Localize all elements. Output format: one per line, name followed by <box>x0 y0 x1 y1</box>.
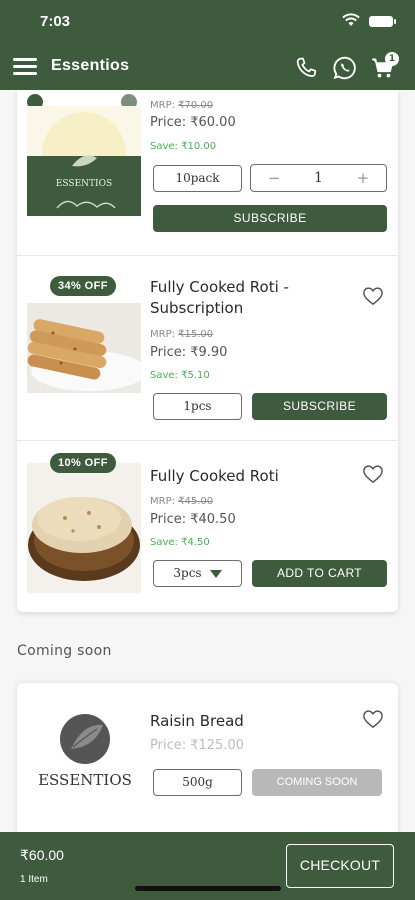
cart-total: ₹60.00 <box>20 847 64 863</box>
status-bar: 7:03 <box>0 0 415 44</box>
wifi-icon <box>342 13 360 26</box>
cart-item-count: 1 Item <box>20 874 48 885</box>
battery-icon <box>369 16 396 27</box>
checkout-button[interactable]: CHECKOUT <box>286 844 394 888</box>
price-text: Price: ₹125.00 <box>150 738 244 753</box>
product-name[interactable]: Fully Cooked Roti <box>150 466 350 487</box>
coming-soon-button: COMING SOON <box>252 769 382 796</box>
cart-count-badge: 1 <box>385 52 399 66</box>
increase-quantity-button[interactable]: + <box>348 165 378 191</box>
price-text: Price: ₹60.00 <box>150 115 236 130</box>
whatsapp-icon[interactable] <box>332 55 358 81</box>
mrp-text: MRP: ₹15.00 <box>150 329 214 340</box>
wishlist-heart-icon[interactable] <box>362 464 384 484</box>
divider <box>17 440 398 441</box>
phone-icon[interactable] <box>293 55 319 81</box>
quantity-value: 1 <box>314 170 323 186</box>
discount-badge: 10% OFF <box>50 453 116 473</box>
pack-size-button[interactable]: 1pcs <box>153 393 242 420</box>
pack-size-dropdown[interactable]: 3pcs <box>153 560 242 587</box>
save-text: Save: ₹10.00 <box>150 141 217 152</box>
add-to-cart-button[interactable]: ADD TO CART <box>252 560 387 587</box>
mrp-text: MRP: ₹70.00 <box>150 100 214 111</box>
pack-size-value: 3pcs <box>173 566 202 580</box>
app-title: Essentios <box>51 57 130 74</box>
mrp-text: MRP: ₹45.00 <box>150 496 214 507</box>
home-indicator[interactable] <box>135 886 281 891</box>
quantity-stepper: − 1 + <box>250 164 387 192</box>
pack-size-button[interactable]: 500g <box>153 769 242 796</box>
divider <box>17 255 398 256</box>
wishlist-heart-icon[interactable] <box>362 709 384 729</box>
subscribe-button[interactable]: SUBSCRIBE <box>153 205 387 232</box>
save-text: Save: ₹5.10 <box>150 370 210 381</box>
status-time: 7:03 <box>40 13 71 30</box>
product-image[interactable]: ESSENTIOS <box>33 713 138 793</box>
product-image[interactable]: ESSENTIOS <box>27 106 141 216</box>
product-name[interactable]: Raisin Bread <box>150 711 350 732</box>
decrease-quantity-button[interactable]: − <box>259 165 289 191</box>
menu-icon[interactable] <box>13 58 37 76</box>
product-name[interactable]: Fully Cooked Roti - Subscription <box>150 277 350 319</box>
app-bar: Essentios <box>0 44 415 90</box>
product-image[interactable] <box>27 463 141 593</box>
price-text: Price: ₹9.90 <box>150 345 228 360</box>
brand-logo-text: ESSENTIOS <box>56 179 112 189</box>
product-image[interactable] <box>27 303 141 393</box>
section-heading: Coming soon <box>17 643 112 659</box>
save-text: Save: ₹4.50 <box>150 537 210 548</box>
product-list[interactable]: ESSENTIOS MRP: ₹70.00 Price: ₹60.00 Save… <box>0 90 415 832</box>
product-card-group: ESSENTIOS MRP: ₹70.00 Price: ₹60.00 Save… <box>17 90 398 612</box>
pack-size-button[interactable]: 10pack <box>153 165 242 192</box>
price-text: Price: ₹40.50 <box>150 512 236 527</box>
subscribe-button[interactable]: SUBSCRIBE <box>252 393 387 420</box>
coming-soon-card: ESSENTIOS Raisin Bread Price: ₹125.00 50… <box>17 683 398 832</box>
brand-logo-text: ESSENTIOS <box>38 771 132 789</box>
discount-badge: 34% OFF <box>50 276 116 296</box>
dropdown-caret-icon <box>209 570 222 578</box>
wishlist-heart-icon[interactable] <box>362 286 384 306</box>
